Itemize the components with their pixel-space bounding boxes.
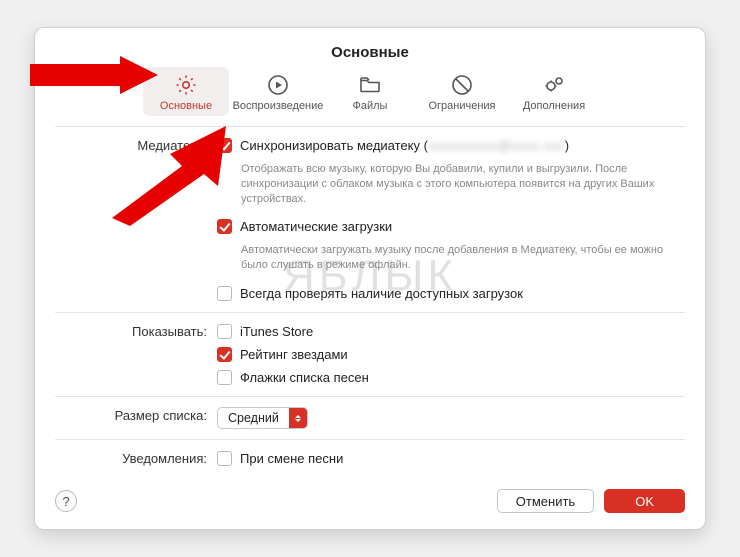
section-label: Медиатека:	[55, 137, 217, 302]
stepper-icon	[289, 408, 307, 428]
gear-icon	[174, 73, 198, 100]
tab-restrictions[interactable]: Ограничения	[419, 67, 505, 116]
itunes-store-label: iTunes Store	[240, 323, 313, 340]
always-check-checkbox[interactable]	[217, 286, 232, 301]
account-obscured: xxxxxxxxxx@xxxx.xxx	[428, 137, 565, 154]
song-flags-label: Флажки списка песен	[240, 369, 369, 386]
on-song-change-checkbox[interactable]	[217, 451, 232, 466]
section-label: Показывать:	[55, 323, 217, 386]
auto-downloads-label: Автоматические загрузки	[240, 218, 392, 235]
tab-label: Файлы	[353, 100, 388, 112]
tab-playback[interactable]: Воспроизведение	[235, 67, 321, 116]
on-song-change-label: При смене песни	[240, 450, 343, 467]
sync-library-checkbox[interactable]	[217, 138, 232, 153]
tab-label: Воспроизведение	[233, 100, 324, 112]
tab-files[interactable]: Файлы	[327, 67, 413, 116]
tab-general[interactable]: Основные	[143, 67, 229, 116]
section-label: Уведомления:	[55, 450, 217, 467]
window-title: Основные	[55, 44, 685, 61]
ok-button[interactable]: OK	[604, 489, 685, 513]
tab-label: Дополнения	[523, 100, 585, 112]
cancel-button[interactable]: Отменить	[497, 489, 594, 513]
auto-downloads-checkbox[interactable]	[217, 219, 232, 234]
footer: ? Отменить OK	[55, 477, 685, 513]
always-check-label: Всегда проверять наличие доступных загру…	[240, 285, 523, 302]
help-button[interactable]: ?	[55, 490, 77, 512]
tab-label: Ограничения	[428, 100, 495, 112]
list-size-select[interactable]: Средний	[217, 407, 308, 429]
section-library: Медиатека: Синхронизировать медиатеку (x…	[55, 126, 685, 312]
prefs-toolbar: Основные Воспроизведение Файлы Ограничен…	[55, 67, 685, 116]
preferences-window: Основные Основные Воспроизведение Файлы …	[34, 27, 706, 530]
folder-icon	[358, 73, 382, 100]
tab-advanced[interactable]: Дополнения	[511, 67, 597, 116]
list-size-value: Средний	[218, 411, 289, 425]
section-show: Показывать: iTunes Store Рейтинг звездам…	[55, 312, 685, 396]
star-ratings-label: Рейтинг звездами	[240, 346, 348, 363]
section-notifications: Уведомления: При смене песни	[55, 439, 685, 477]
sync-library-desc: Отображать всю музыку, которую Вы добави…	[241, 162, 671, 207]
auto-downloads-desc: Автоматически загружать музыку после доб…	[241, 243, 671, 273]
star-ratings-checkbox[interactable]	[217, 347, 232, 362]
no-entry-icon	[450, 73, 474, 100]
sync-library-label: Синхронизировать медиатеку (xxxxxxxxxx@x…	[240, 137, 569, 154]
song-flags-checkbox[interactable]	[217, 370, 232, 385]
section-label: Размер списка:	[55, 407, 217, 429]
itunes-store-checkbox[interactable]	[217, 324, 232, 339]
tab-label: Основные	[160, 100, 212, 112]
gears-icon	[542, 73, 566, 100]
section-list-size: Размер списка: Средний	[55, 396, 685, 439]
play-circle-icon	[266, 73, 290, 100]
